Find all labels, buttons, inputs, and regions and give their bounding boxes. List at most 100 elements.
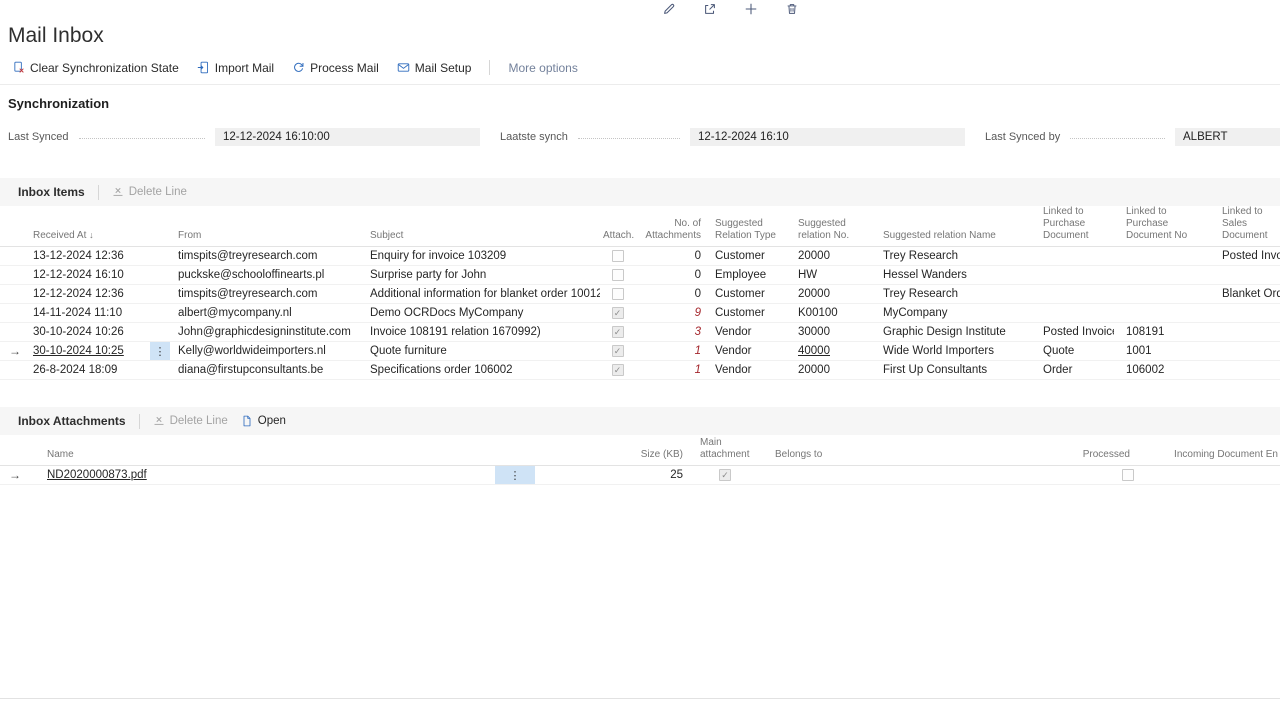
- linked-purchase-document-cell[interactable]: Posted Invoice: [1031, 326, 1114, 338]
- inbox-item-row[interactable]: 30-10-2024 10:26 John@graphicdesigninstit…: [0, 323, 1280, 342]
- checkbox[interactable]: [719, 469, 731, 481]
- received-at-cell[interactable]: 26-8-2024 18:09: [30, 364, 175, 376]
- relation-type-cell[interactable]: Customer: [703, 288, 786, 300]
- linked-sales-document-cell[interactable]: Posted Invoice: [1210, 250, 1280, 262]
- main-attachment-cell[interactable]: [685, 469, 765, 481]
- linked-purchase-document-no-cell[interactable]: 106002: [1114, 364, 1210, 376]
- size-kb-cell[interactable]: 25: [540, 469, 685, 481]
- laatste-synch-value[interactable]: 12-12-2024 16:10: [690, 128, 965, 146]
- last-synced-value[interactable]: 12-12-2024 16:10:00: [215, 128, 480, 146]
- subject-cell[interactable]: Additional information for blanket order…: [367, 288, 600, 300]
- received-at-cell[interactable]: 12-12-2024 16:10: [30, 269, 175, 281]
- checkbox[interactable]: [611, 345, 624, 357]
- col-linked-purchase-document-no[interactable]: Linked to Purchase Document No: [1114, 206, 1210, 242]
- relation-type-cell[interactable]: Customer: [703, 250, 786, 262]
- relation-name-cell[interactable]: Wide World Importers: [871, 345, 1031, 357]
- col-suggested-relation-type[interactable]: Suggested Relation Type: [703, 218, 786, 242]
- relation-no-cell[interactable]: HW: [786, 269, 871, 281]
- last-synced-by-value[interactable]: ALBERT: [1175, 128, 1280, 146]
- relation-type-cell[interactable]: Employee: [703, 269, 786, 281]
- relation-name-cell[interactable]: First Up Consultants: [871, 364, 1031, 376]
- col-name[interactable]: Name: [30, 449, 540, 461]
- relation-no-cell[interactable]: 20000: [786, 288, 871, 300]
- linked-purchase-document-no-cell[interactable]: 1001: [1114, 345, 1210, 357]
- col-no-of-attachments[interactable]: No. of Attachments: [635, 218, 703, 242]
- attachment-checkbox-cell[interactable]: [600, 326, 635, 338]
- subject-cell[interactable]: Demo OCRDocs MyCompany: [367, 307, 600, 319]
- from-cell[interactable]: timspits@treyresearch.com: [175, 250, 367, 262]
- row-context-menu-button[interactable]: ⋮: [495, 466, 535, 484]
- relation-no-cell[interactable]: K00100: [786, 307, 871, 319]
- inbox-item-row[interactable]: 12-12-2024 12:36 timspits@treyresearch.co…: [0, 285, 1280, 304]
- attachment-checkbox-cell[interactable]: [600, 345, 635, 357]
- checkbox[interactable]: [611, 307, 624, 319]
- checkbox[interactable]: [611, 288, 624, 300]
- no-of-attachments-cell[interactable]: 0: [635, 250, 703, 262]
- checkbox[interactable]: [611, 326, 624, 338]
- col-subject[interactable]: Subject: [367, 230, 600, 242]
- relation-type-cell[interactable]: Vendor: [703, 345, 786, 357]
- checkbox[interactable]: [611, 250, 624, 262]
- subject-cell[interactable]: Specifications order 106002: [367, 364, 600, 376]
- subject-cell[interactable]: Invoice 108191 relation 1670992): [367, 326, 600, 338]
- received-at-cell[interactable]: 14-11-2024 11:10: [30, 307, 175, 319]
- inbox-item-row[interactable]: 14-11-2024 11:10 albert@mycompany.nl Demo …: [0, 304, 1280, 323]
- no-of-attachments-cell[interactable]: 1: [635, 345, 703, 357]
- delete-icon[interactable]: [785, 2, 799, 16]
- no-of-attachments-cell[interactable]: 1: [635, 364, 703, 376]
- col-linked-purchase-document[interactable]: Linked to Purchase Document: [1031, 206, 1114, 242]
- subject-cell[interactable]: Enquiry for invoice 103209: [367, 250, 600, 262]
- inbox-item-row[interactable]: 12-12-2024 16:10 puckske@schooloffinearts…: [0, 266, 1280, 285]
- edit-icon[interactable]: [662, 2, 676, 16]
- inbox-item-row[interactable]: → 30-10-2024 10:25 ⋮ Kelly@worldwideimporte…: [0, 342, 1280, 361]
- subject-cell[interactable]: Quote furniture: [367, 345, 600, 357]
- inbox-item-row[interactable]: 13-12-2024 12:36 timspits@treyresearch.co…: [0, 247, 1280, 266]
- attachment-name-cell[interactable]: ND2020000873.pdf ⋮: [30, 466, 540, 484]
- subject-cell[interactable]: Surprise party for John: [367, 269, 600, 281]
- linked-purchase-document-no-cell[interactable]: 108191: [1114, 326, 1210, 338]
- clear-synchronization-state-button[interactable]: Clear Synchronization State: [12, 61, 179, 75]
- from-cell[interactable]: John@graphicdesigninstitute.com: [175, 326, 367, 338]
- relation-type-cell[interactable]: Vendor: [703, 364, 786, 376]
- received-at-cell[interactable]: 30-10-2024 10:25 ⋮: [30, 342, 175, 360]
- col-attach[interactable]: Attach...: [600, 230, 635, 242]
- col-from[interactable]: From: [175, 230, 367, 242]
- relation-no-cell[interactable]: 20000: [786, 364, 871, 376]
- from-cell[interactable]: diana@firstupconsultants.be: [175, 364, 367, 376]
- col-linked-sales-document[interactable]: Linked to Sales Document: [1210, 206, 1280, 242]
- synchronization-heading[interactable]: Synchronization: [8, 96, 1280, 111]
- col-suggested-relation-no[interactable]: Suggested relation No.: [786, 218, 871, 242]
- attachment-checkbox-cell[interactable]: [600, 269, 635, 281]
- import-mail-button[interactable]: Import Mail: [197, 61, 274, 75]
- inbox-attachments-caption[interactable]: Inbox Attachments: [18, 414, 126, 428]
- open-attachment-button[interactable]: Open: [241, 415, 286, 427]
- relation-name-cell[interactable]: Graphic Design Institute: [871, 326, 1031, 338]
- from-cell[interactable]: albert@mycompany.nl: [175, 307, 367, 319]
- mail-setup-button[interactable]: Mail Setup: [397, 61, 471, 75]
- relation-name-cell[interactable]: Hessel Wanders: [871, 269, 1031, 281]
- new-icon[interactable]: [744, 2, 758, 16]
- col-incoming-document-entry[interactable]: Incoming Document En: [1135, 449, 1280, 461]
- inbox-attachments-delete-line-button[interactable]: Delete Line: [153, 415, 228, 427]
- col-processed[interactable]: Processed: [880, 449, 1135, 461]
- inbox-item-row[interactable]: 26-8-2024 18:09 diana@firstupconsultants.…: [0, 361, 1280, 380]
- from-cell[interactable]: timspits@treyresearch.com: [175, 288, 367, 300]
- col-main-attachment[interactable]: Main attachment: [685, 437, 765, 461]
- col-suggested-relation-name[interactable]: Suggested relation Name: [871, 230, 1031, 242]
- attachment-checkbox-cell[interactable]: [600, 307, 635, 319]
- inbox-items-delete-line-button[interactable]: Delete Line: [112, 186, 187, 198]
- linked-purchase-document-cell[interactable]: Quote: [1031, 345, 1114, 357]
- row-context-menu-button[interactable]: ⋮: [150, 342, 170, 360]
- col-belongs-to[interactable]: Belongs to: [765, 449, 880, 461]
- checkbox[interactable]: [611, 269, 624, 281]
- relation-no-cell[interactable]: 40000: [786, 345, 871, 357]
- linked-purchase-document-cell[interactable]: Order: [1031, 364, 1114, 376]
- attachment-checkbox-cell[interactable]: [600, 364, 635, 376]
- received-at-cell[interactable]: 12-12-2024 12:36: [30, 288, 175, 300]
- relation-name-cell[interactable]: Trey Research: [871, 288, 1031, 300]
- inbox-attachment-row[interactable]: → ND2020000873.pdf ⋮ 25: [0, 466, 1280, 485]
- relation-name-cell[interactable]: MyCompany: [871, 307, 1031, 319]
- received-at-cell[interactable]: 13-12-2024 12:36: [30, 250, 175, 262]
- attachment-checkbox-cell[interactable]: [600, 288, 635, 300]
- relation-type-cell[interactable]: Customer: [703, 307, 786, 319]
